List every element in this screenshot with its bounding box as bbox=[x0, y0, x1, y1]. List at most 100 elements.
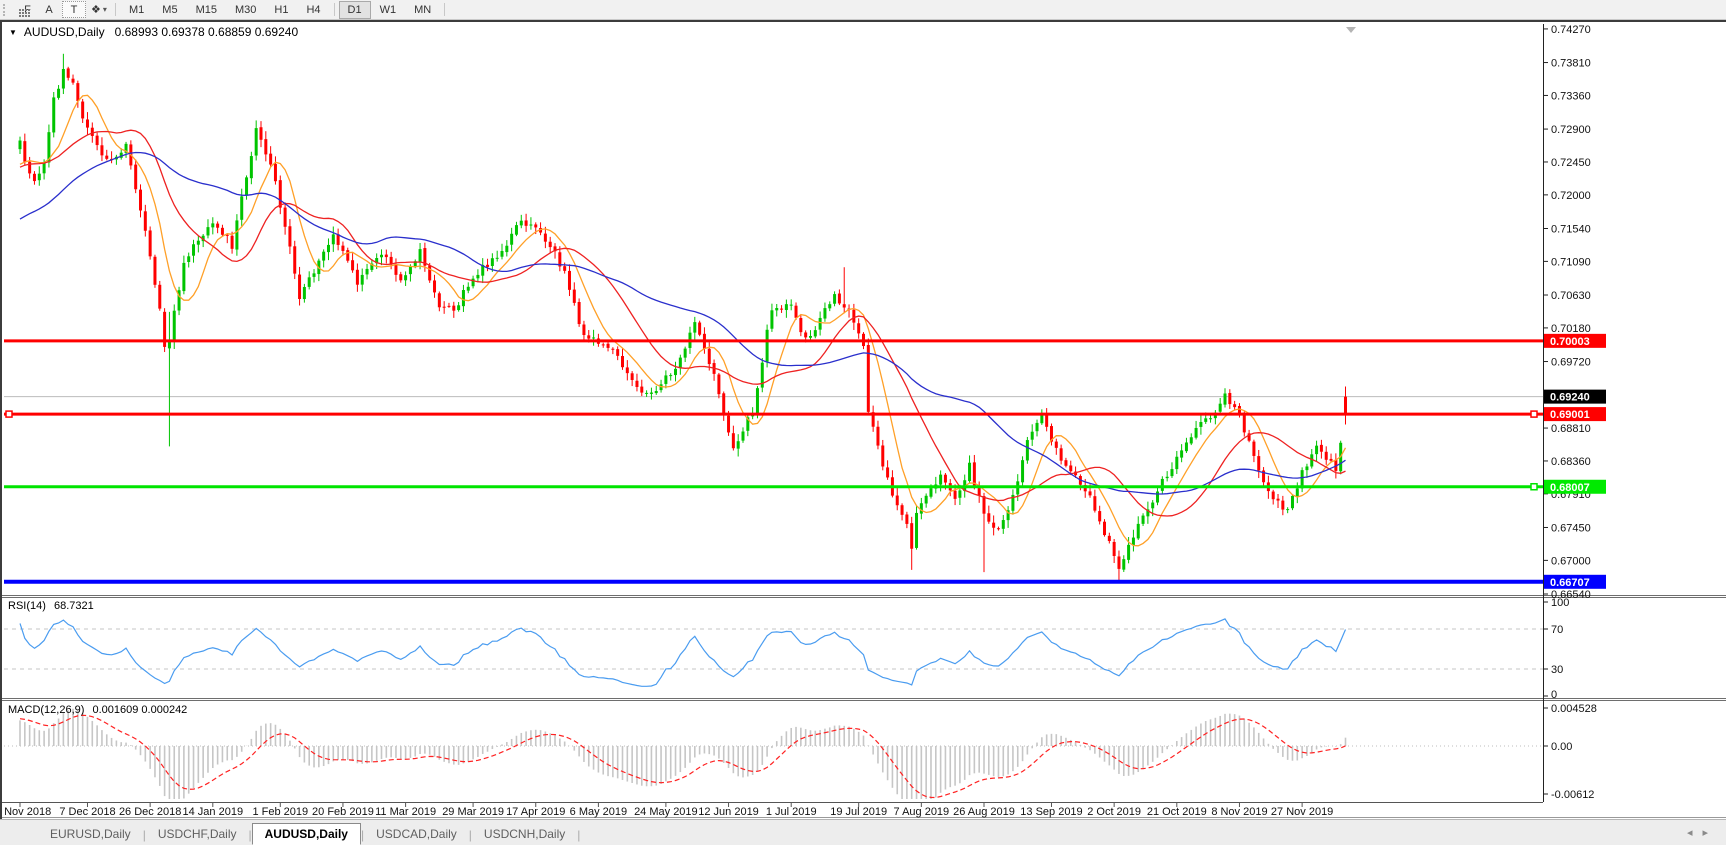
toolbar-grip[interactable] bbox=[3, 4, 10, 16]
timeframe-button-m5[interactable]: M5 bbox=[153, 1, 186, 19]
candle-body bbox=[67, 68, 70, 77]
candle-body bbox=[1190, 437, 1193, 443]
candle-body bbox=[1031, 432, 1034, 440]
candle-body bbox=[486, 265, 489, 267]
chart-window[interactable]: 0.742700.738100.733600.729000.724500.720… bbox=[0, 20, 1726, 819]
toolbar-separator bbox=[444, 3, 445, 16]
candle-body bbox=[404, 275, 407, 280]
line-handle-right[interactable] bbox=[1531, 484, 1537, 490]
timeframe-button-w1[interactable]: W1 bbox=[371, 1, 406, 19]
candle-body bbox=[568, 271, 571, 290]
tab-scroll-right-icon[interactable]: ▸ bbox=[1702, 827, 1718, 839]
candle-body bbox=[732, 433, 735, 448]
candle-body bbox=[86, 119, 89, 127]
candle-body bbox=[361, 275, 364, 285]
tab-scroll-arrows[interactable]: ◂▸ bbox=[1687, 826, 1718, 839]
letter-a-icon[interactable]: A bbox=[38, 2, 60, 17]
candle-body bbox=[91, 128, 94, 136]
line-handle-left[interactable] bbox=[6, 411, 12, 417]
price-tick-label: 0.72900 bbox=[1551, 124, 1591, 136]
svg-text:0.69240: 0.69240 bbox=[1550, 392, 1590, 404]
candle-body bbox=[852, 310, 855, 323]
timeframe-button-mn[interactable]: MN bbox=[405, 1, 440, 19]
chart-dropdown-icon[interactable]: ▼ bbox=[9, 28, 17, 37]
timeframe-button-h4[interactable]: H4 bbox=[297, 1, 329, 19]
candle-body bbox=[1185, 442, 1188, 451]
date-label: 8 Nov 2019 bbox=[1211, 806, 1267, 818]
date-label: 24 May 2019 bbox=[634, 806, 698, 818]
drawing-tools-glyph: ❖ bbox=[91, 3, 101, 16]
candle-body bbox=[693, 322, 696, 333]
macd-values: 0.001609 0.000242 bbox=[92, 704, 187, 716]
symbol-tab-eurusd[interactable]: EURUSD,Daily bbox=[38, 824, 143, 844]
symbol-tab-usdcad[interactable]: USDCAD,Daily bbox=[364, 824, 469, 844]
candle-body bbox=[973, 462, 976, 485]
candle-body bbox=[992, 523, 995, 528]
candle-body bbox=[573, 290, 576, 303]
symbol-tab-usdchf[interactable]: USDCHF,Daily bbox=[146, 824, 249, 844]
line-handle-right[interactable] bbox=[1531, 411, 1537, 417]
candle-body bbox=[153, 257, 156, 285]
candle-body bbox=[515, 225, 518, 235]
candle-body bbox=[496, 258, 499, 259]
candle-body bbox=[544, 234, 547, 242]
candle-body bbox=[742, 432, 745, 441]
candle-body bbox=[1156, 492, 1159, 503]
candle-body bbox=[857, 323, 860, 333]
candle-body bbox=[626, 367, 629, 373]
candle-body bbox=[780, 309, 783, 310]
shift-marker-icon[interactable] bbox=[1346, 27, 1356, 33]
rsi-line bbox=[20, 619, 1346, 686]
candle-body bbox=[366, 269, 369, 274]
candle-body bbox=[385, 255, 388, 258]
price-tick-label: 0.67000 bbox=[1551, 555, 1591, 567]
candle-body bbox=[1195, 428, 1198, 438]
date-label: 7 Aug 2019 bbox=[894, 806, 950, 818]
drawing-tools-icon[interactable]: ❖ ▾ bbox=[88, 2, 110, 17]
symbol-tab-audusd[interactable]: AUDUSD,Daily bbox=[252, 823, 361, 845]
chart-grid-icon[interactable]: F bbox=[14, 2, 36, 17]
candle-body bbox=[525, 220, 528, 225]
candle-body bbox=[231, 236, 234, 249]
candle-body bbox=[380, 255, 383, 257]
candle-body bbox=[1257, 456, 1260, 470]
time-axis[interactable]: 19 Nov 20187 Dec 201826 Dec 201814 Jan 2… bbox=[2, 803, 1333, 818]
candle-body bbox=[173, 311, 176, 341]
candle-body bbox=[809, 336, 812, 338]
timeframe-button-m30[interactable]: M30 bbox=[226, 1, 265, 19]
candle-body bbox=[1252, 442, 1255, 456]
candle-body bbox=[274, 164, 277, 181]
candle-body bbox=[886, 467, 889, 477]
candle-body bbox=[409, 266, 412, 274]
date-label: 29 Mar 2019 bbox=[442, 806, 504, 818]
candle-body bbox=[419, 249, 422, 262]
candle-body bbox=[616, 349, 619, 356]
price-tick-label: 0.70630 bbox=[1551, 290, 1591, 302]
timeframe-button-h1[interactable]: H1 bbox=[265, 1, 297, 19]
timeframe-button-d1[interactable]: D1 bbox=[339, 1, 371, 19]
candle-body bbox=[819, 318, 822, 330]
price-chart-svg[interactable]: 0.742700.738100.733600.729000.724500.720… bbox=[2, 22, 1726, 819]
candle-body bbox=[529, 225, 532, 226]
svg-text:0.66707: 0.66707 bbox=[1550, 577, 1590, 589]
candle-body bbox=[587, 335, 590, 338]
tab-scroll-left-icon[interactable]: ◂ bbox=[1687, 827, 1703, 839]
candle-body bbox=[1291, 496, 1294, 508]
candle-body bbox=[351, 260, 354, 270]
price-axis-ticks[interactable]: 0.742700.738100.733600.729000.724500.720… bbox=[1544, 24, 1591, 601]
timeframe-button-m1[interactable]: M1 bbox=[120, 1, 153, 19]
timeframe-button-m15[interactable]: M15 bbox=[187, 1, 226, 19]
timeframe-buttons: M1M5M15M30H1H4 D1W1MN bbox=[120, 1, 449, 19]
candle-body bbox=[394, 264, 397, 275]
candle-body bbox=[158, 285, 161, 309]
candle-body bbox=[76, 83, 79, 101]
candle-body bbox=[139, 190, 142, 211]
candle-body bbox=[197, 241, 200, 245]
text-label-icon[interactable]: T bbox=[62, 1, 86, 18]
candle-body bbox=[1199, 422, 1202, 427]
candle-body bbox=[105, 156, 108, 159]
candle-body bbox=[1344, 397, 1347, 415]
symbol-tab-usdcnh[interactable]: USDCNH,Daily bbox=[472, 824, 577, 844]
candle-body bbox=[607, 344, 610, 348]
candle-body bbox=[1330, 459, 1333, 461]
